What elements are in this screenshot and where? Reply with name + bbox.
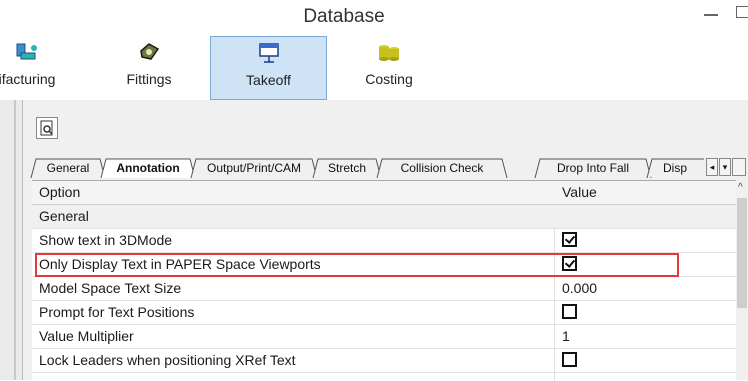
left-gutter: [0, 100, 23, 380]
window-title: Database: [303, 6, 385, 27]
group-label: General: [39, 208, 89, 224]
tab-stretch[interactable]: Stretch: [312, 158, 382, 178]
chevron-up-icon[interactable]: ^: [738, 182, 743, 193]
ribbon-button-label: Takeoff: [246, 72, 291, 88]
checkbox[interactable]: [562, 232, 577, 247]
tab-drop-into-fall[interactable]: Drop Into Fall: [534, 158, 652, 178]
table-row[interactable]: Value Multiplier 1: [32, 325, 748, 349]
option-label: Prompt for Text Positions: [39, 304, 195, 320]
property-grid: Option Value General Show text in 3DMode…: [32, 180, 748, 381]
ribbon-button-manufacturing[interactable]: ifacturing: [0, 36, 62, 100]
tab-strip: General Annotation Output/Print/CAM Stre…: [30, 158, 748, 178]
tab-disp[interactable]: Disp: [646, 158, 704, 178]
maximize-button[interactable]: [736, 6, 748, 18]
tab-general[interactable]: General: [30, 158, 106, 178]
ribbon-button-takeoff[interactable]: Takeoff: [210, 36, 327, 100]
tab-output-print-cam[interactable]: Output/Print/CAM: [190, 158, 318, 178]
option-label: Show text in 3DMode: [39, 232, 173, 248]
chevron-down-icon: ▾: [722, 162, 728, 172]
option-label: Model Space Text Size: [39, 280, 182, 296]
tab-collision-check[interactable]: Collision Check: [376, 158, 508, 178]
tab-scroll-extra-button[interactable]: [732, 158, 746, 176]
content-panel: General Annotation Output/Print/CAM Stre…: [0, 100, 748, 381]
checkbox[interactable]: [562, 352, 577, 367]
group-row[interactable]: General: [32, 205, 748, 229]
takeoff-icon: [257, 42, 281, 64]
column-header-value[interactable]: Value: [562, 181, 597, 204]
option-label: Lock Leaders when positioning XRef Text: [39, 352, 296, 368]
ribbon-button-label: Fittings: [126, 71, 172, 87]
column-header-option[interactable]: Option: [39, 181, 80, 204]
value-text[interactable]: 0.000: [562, 277, 597, 300]
scrollbar-thumb[interactable]: [737, 198, 747, 308]
checkbox[interactable]: [562, 304, 577, 319]
ribbon-button-label: ifacturing: [0, 71, 56, 87]
option-label: Value Multiplier: [39, 328, 134, 344]
table-row[interactable]: Prompt for Text Positions: [32, 301, 748, 325]
table-row[interactable]: Model Space Text Size 0.000: [32, 277, 748, 301]
print-preview-icon: [37, 120, 57, 142]
tab-annotation[interactable]: Annotation: [100, 158, 196, 178]
grid-header-row: Option Value: [32, 181, 748, 205]
title-bar: Database: [0, 0, 748, 36]
table-row[interactable]: Show text in 3DMode: [32, 229, 748, 253]
tab-scroll-left-button[interactable]: ◂: [706, 158, 718, 176]
table-row[interactable]: Only Display Text in PAPER Space Viewpor…: [32, 253, 748, 277]
highlight-box: [35, 253, 679, 277]
manufacturing-icon: [15, 41, 39, 63]
value-text[interactable]: 1: [562, 325, 570, 348]
gutter-divider: [14, 100, 16, 380]
fittings-icon: [137, 41, 161, 63]
costing-icon: [377, 41, 401, 63]
ribbon-button-label: Costing: [365, 71, 413, 87]
print-preview-button[interactable]: [36, 117, 58, 139]
ribbon-button-fittings[interactable]: Fittings: [118, 36, 180, 100]
table-row[interactable]: Lock Leaders when positioning XRef Text: [32, 349, 748, 373]
chevron-left-icon: ◂: [709, 162, 715, 172]
ribbon: ifacturing Fittings Takeoff Costing: [0, 36, 748, 100]
tab-scroll-right-button[interactable]: ▾: [719, 158, 731, 176]
ribbon-button-costing[interactable]: Costing: [356, 36, 422, 100]
vertical-scrollbar[interactable]: ^: [736, 180, 748, 380]
minimize-button[interactable]: [704, 14, 718, 16]
